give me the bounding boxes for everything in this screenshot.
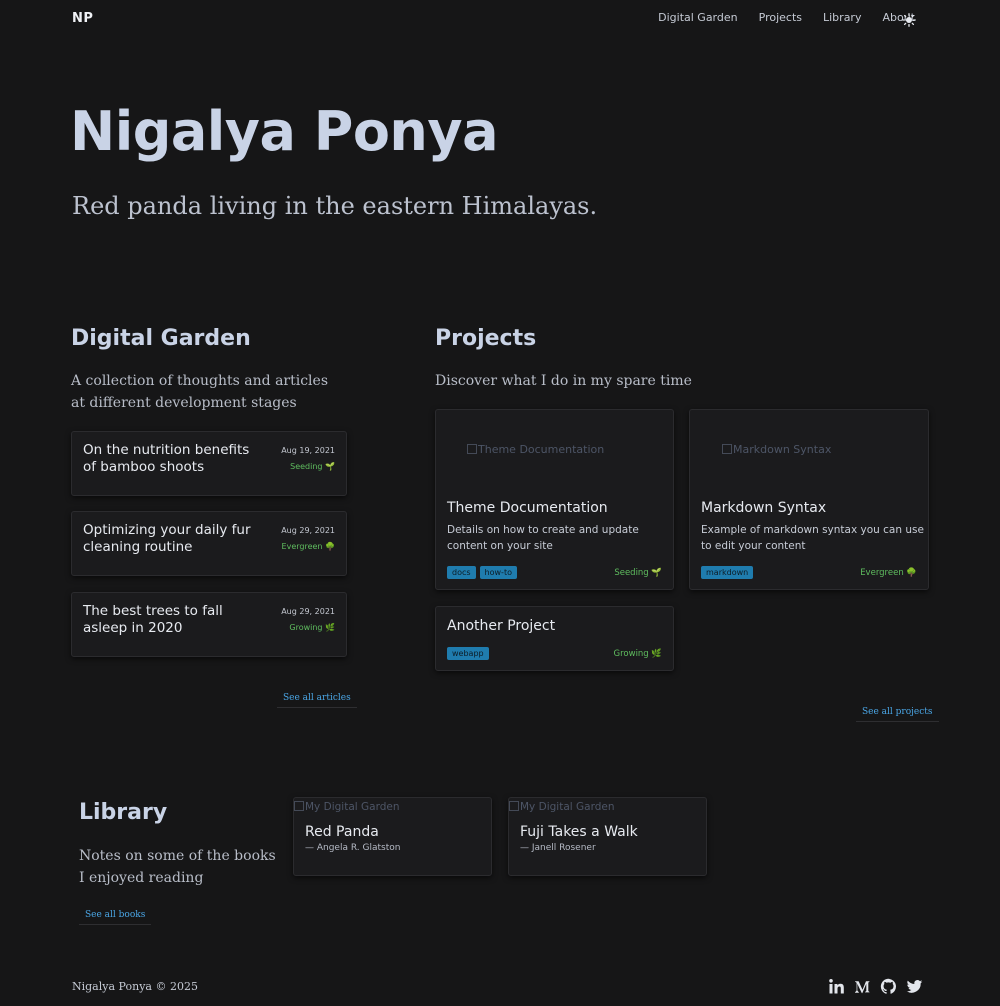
theme-toggle-sun-icon[interactable] <box>902 12 916 27</box>
projects-section-description: Discover what I do in my spare time <box>435 373 692 389</box>
site-header: NP Digital Garden Projects Library About <box>0 0 1000 40</box>
tag[interactable]: markdown <box>701 566 754 579</box>
article-stage: Seeding 🌱 <box>290 462 335 471</box>
nav-item-digital-garden[interactable]: Digital Garden <box>658 11 738 24</box>
see-all-books-link[interactable]: See all books <box>79 910 152 925</box>
project-title[interactable]: Theme Documentation <box>447 500 608 516</box>
hero-title: Nigalya Ponya <box>70 100 499 163</box>
see-all-articles-link[interactable]: See all articles <box>277 693 357 708</box>
project-description: Details on how to create and update cont… <box>447 524 639 552</box>
project-card[interactable]: Another Project webapp Growing 🌿 <box>435 606 674 671</box>
article-card[interactable]: The best trees to fall asleep in 2020 Au… <box>71 592 347 657</box>
article-date: Aug 29, 2021 <box>281 607 335 616</box>
book-card[interactable]: My Digital Garden Fuji Takes a Walk — Ja… <box>508 797 707 876</box>
article-card[interactable]: On the nutrition benefits of bamboo shoo… <box>71 431 347 496</box>
book-author: — Angela R. Glatston <box>305 843 401 853</box>
project-title[interactable]: Markdown Syntax <box>701 500 826 516</box>
projects-section-title[interactable]: Projects <box>435 326 536 351</box>
article-card[interactable]: Optimizing your daily fur cleaning routi… <box>71 511 347 576</box>
book-cover-image: My Digital Garden <box>509 800 615 813</box>
project-description: Example of markdown syntax you can use t… <box>701 524 924 552</box>
garden-section-title[interactable]: Digital Garden <box>71 326 251 351</box>
project-title[interactable]: Another Project <box>447 618 555 634</box>
project-tags: markdown <box>701 566 754 579</box>
book-card[interactable]: My Digital Garden Red Panda — Angela R. … <box>293 797 492 876</box>
tag[interactable]: docs <box>447 566 476 579</box>
article-date: Aug 29, 2021 <box>281 526 335 535</box>
social-links <box>828 978 923 995</box>
nav-item-library[interactable]: Library <box>823 11 861 24</box>
hero-subtitle: Red panda living in the eastern Himalaya… <box>72 192 598 220</box>
nav-item-projects[interactable]: Projects <box>759 11 802 24</box>
tag[interactable]: how-to <box>479 566 517 579</box>
project-image: Markdown Syntax <box>722 443 831 456</box>
twitter-icon[interactable] <box>906 978 923 995</box>
github-icon[interactable] <box>880 978 897 995</box>
project-card[interactable]: Theme Documentation Theme Documentation … <box>435 409 674 590</box>
footer-copyright: Nigalya Ponya © 2025 <box>72 980 198 993</box>
medium-icon[interactable] <box>854 978 871 995</box>
site-logo[interactable]: NP <box>72 11 93 26</box>
article-title[interactable]: On the nutrition benefits of bamboo shoo… <box>83 442 253 476</box>
main-nav: Digital Garden Projects Library About <box>658 11 915 24</box>
linkedin-icon[interactable] <box>828 978 845 995</box>
see-all-projects-link[interactable]: See all projects <box>856 707 939 722</box>
tag[interactable]: webapp <box>447 647 489 660</box>
project-stage: Evergreen 🌳 <box>860 568 917 578</box>
project-stage: Growing 🌿 <box>613 649 662 659</box>
library-section-title[interactable]: Library <box>79 800 167 825</box>
project-tags: docs how-to <box>447 566 517 579</box>
article-stage: Evergreen 🌳 <box>281 542 335 551</box>
book-title[interactable]: Red Panda <box>305 824 379 840</box>
project-stage: Seeding 🌱 <box>614 568 662 578</box>
project-image: Theme Documentation <box>467 443 604 456</box>
article-stage: Growing 🌿 <box>289 623 335 632</box>
article-title[interactable]: The best trees to fall asleep in 2020 <box>83 603 253 637</box>
garden-section-description: A collection of thoughts and articles at… <box>71 373 329 411</box>
book-title[interactable]: Fuji Takes a Walk <box>520 824 638 840</box>
book-author: — Janell Rosener <box>520 843 596 853</box>
article-date: Aug 19, 2021 <box>281 446 335 455</box>
article-title[interactable]: Optimizing your daily fur cleaning routi… <box>83 522 253 556</box>
library-section-description: Notes on some of the books I enjoyed rea… <box>79 848 276 886</box>
project-card[interactable]: Markdown Syntax Markdown Syntax Example … <box>689 409 929 590</box>
book-cover-image: My Digital Garden <box>294 800 400 813</box>
project-tags: webapp <box>447 647 489 660</box>
